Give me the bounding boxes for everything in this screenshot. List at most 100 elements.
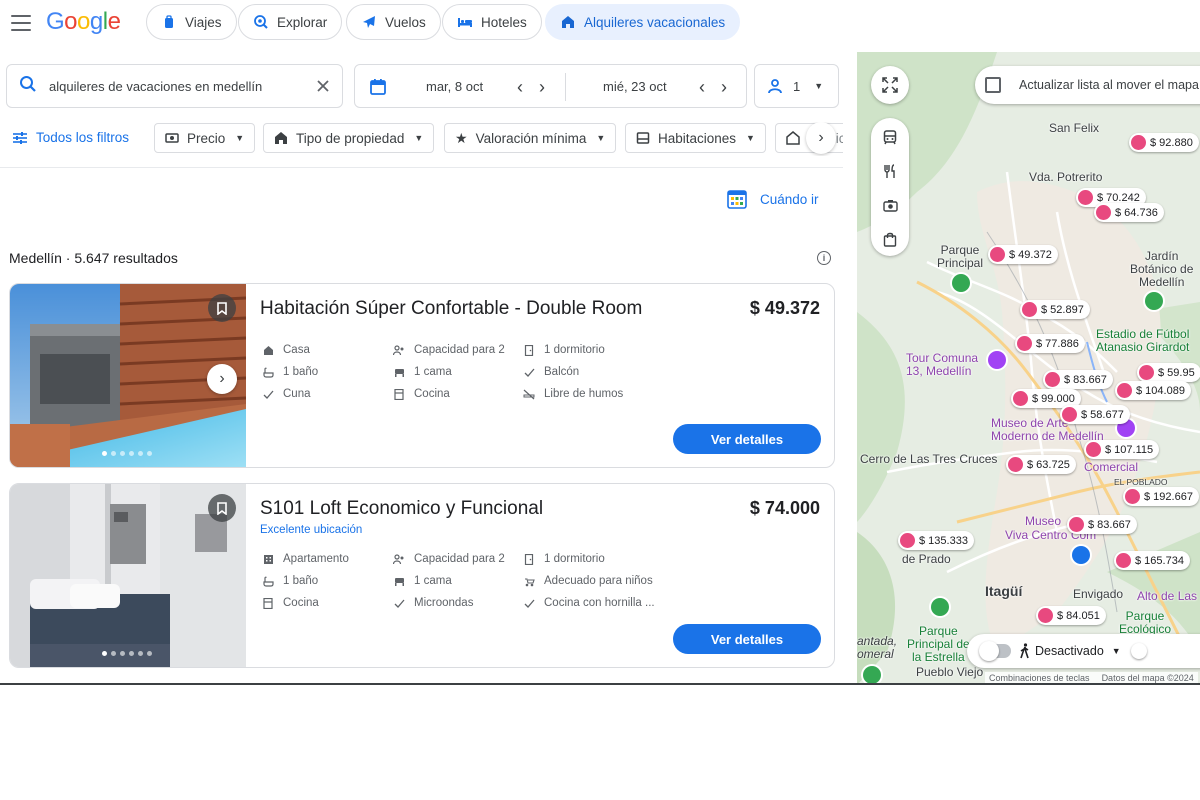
listing-photo[interactable] (10, 484, 246, 667)
walking-layer-toggle[interactable]: Desactivado ▼ (967, 634, 1200, 668)
map-layers-control (871, 118, 909, 256)
bookmark-icon[interactable] (208, 294, 236, 322)
filter-habitaciones-label: Habitaciones (658, 130, 737, 146)
when-to-go-button[interactable]: Cuándo ir (726, 188, 819, 210)
map-panel[interactable]: Actualizar lista al mover el mapa San Fe… (857, 52, 1200, 683)
filter-valoracion[interactable]: ★ Valoración mínima ▼ (444, 123, 617, 153)
price-pin[interactable]: $ 49.372 (988, 245, 1058, 264)
explore-icon (253, 14, 269, 30)
map-data-attribution[interactable]: Datos del mapa ©2024 (1102, 672, 1194, 683)
park-pin-icon[interactable] (1145, 292, 1163, 310)
map-label: Tour Comuna 13, Medellín (906, 351, 979, 378)
price-pin[interactable]: $ 64.736 (1094, 203, 1164, 222)
when-to-go-label: Cuándo ir (760, 191, 819, 207)
camera-icon[interactable] (871, 188, 909, 222)
price-pin[interactable]: $ 84.051 (1036, 606, 1106, 625)
update-on-move-toggle[interactable]: Actualizar lista al mover el mapa (975, 66, 1200, 104)
all-filters-button[interactable]: Todos los filtros (12, 130, 129, 145)
person-icon (767, 78, 783, 94)
google-logo[interactable]: Google (46, 8, 121, 36)
check-in-date[interactable]: mar, 8 oct (426, 79, 483, 94)
map-label: Pueblo Viejo (916, 665, 984, 679)
listing-photo[interactable]: › (10, 284, 246, 467)
price-pin[interactable]: $ 104.089 (1115, 381, 1191, 400)
price-pin[interactable]: $ 83.667 (1043, 370, 1113, 389)
house-pin-icon (1131, 135, 1146, 150)
calendar-icon[interactable] (369, 78, 387, 101)
suitcase-icon (161, 14, 177, 30)
listing-title[interactable]: Habitación Súper Confortable - Double Ro… (260, 298, 642, 320)
check-in-prev-icon[interactable]: ‹ (517, 77, 523, 98)
nav-viajes[interactable]: Viajes (146, 4, 237, 40)
guest-selector[interactable]: 1 ▼ (754, 64, 839, 108)
price-pin[interactable]: $ 59.95 (1137, 363, 1200, 382)
map-label: Parque Principal (937, 243, 984, 270)
shopping-pin-icon[interactable] (1072, 546, 1090, 564)
price-pin[interactable]: $ 52.897 (1020, 300, 1090, 319)
next-photo-button[interactable]: › (207, 364, 237, 394)
restaurant-icon[interactable] (871, 154, 909, 188)
attraction-pin-icon[interactable] (988, 351, 1006, 369)
price-pin[interactable]: $ 192.667 (1123, 487, 1199, 506)
view-details-button[interactable]: Ver detalles (673, 424, 821, 454)
nav-hoteles[interactable]: Hoteles (442, 4, 542, 40)
check-out-date[interactable]: mié, 23 oct (603, 79, 667, 94)
park-pin-icon[interactable] (952, 274, 970, 292)
nav-vuelos[interactable]: Vuelos (346, 4, 441, 40)
amenity: Capacidad para 2 (393, 344, 505, 356)
listing-card[interactable]: S101 Loft Economico y Funcional Excelent… (9, 483, 835, 668)
slider-handle[interactable] (1130, 643, 1147, 659)
price-pin[interactable]: $ 63.725 (1006, 455, 1076, 474)
house-pin-icon (1017, 336, 1032, 351)
info-icon[interactable]: i (817, 251, 831, 265)
park-pin-icon[interactable] (863, 666, 881, 683)
map-label: San Felix (1049, 121, 1100, 135)
price-pin[interactable]: $ 58.677 (1060, 405, 1130, 424)
fullscreen-control[interactable] (871, 66, 909, 104)
search-input[interactable] (49, 78, 279, 94)
nav-alquileres-vacacionales[interactable]: Alquileres vacacionales (545, 4, 741, 40)
price-pin[interactable]: $ 135.333 (898, 531, 974, 550)
toggle-switch[interactable] (979, 641, 1011, 661)
price-pin[interactable]: $ 107.115 (1084, 440, 1160, 459)
keyboard-shortcuts-link[interactable]: Combinaciones de teclas (989, 672, 1090, 683)
money-icon (165, 132, 179, 144)
transit-icon[interactable] (871, 120, 909, 154)
check-out-prev-icon[interactable]: ‹ (699, 77, 705, 98)
view-details-button[interactable]: Ver detalles (673, 624, 821, 654)
filter-precio-label: Precio (187, 130, 226, 146)
price-pin[interactable]: $ 83.667 (1067, 515, 1137, 534)
amenity: Cocina con hornilla ... (523, 597, 655, 609)
map-label: Envigado (1073, 587, 1124, 601)
map-label: de Prado (902, 552, 951, 566)
shopping-bag-icon[interactable] (871, 222, 909, 256)
price-pin[interactable]: $ 92.880 (1129, 133, 1199, 152)
bookmark-icon[interactable] (208, 494, 236, 522)
chevron-down-icon[interactable]: ▼ (1112, 646, 1121, 656)
clear-search-icon[interactable] (316, 79, 330, 93)
house-icon (560, 14, 576, 30)
filter-scroll-right-button[interactable]: › (806, 122, 836, 154)
listing-title[interactable]: S101 Loft Economico y Funcional (260, 498, 543, 520)
listing-card[interactable]: › Habitación Súper Confortable - Double … (9, 283, 835, 468)
amenity: 1 cama (393, 366, 452, 378)
filter-habitaciones[interactable]: Habitaciones ▼ (625, 123, 766, 153)
check-in-next-icon[interactable]: › (539, 77, 545, 98)
filter-tipo-propiedad[interactable]: Tipo de propiedad ▼ (263, 123, 435, 153)
fullscreen-icon[interactable] (871, 66, 909, 104)
main-menu-button[interactable] (10, 12, 32, 34)
house-pin-icon (1045, 372, 1060, 387)
nav-explorar[interactable]: Explorar (238, 4, 343, 40)
child-friendly-icon (523, 575, 535, 587)
filter-bar: Todos los filtros Precio ▼ Tipo de propie… (0, 122, 843, 156)
price-pin[interactable]: $ 165.734 (1114, 551, 1190, 570)
price-pin[interactable]: $ 77.886 (1015, 334, 1085, 353)
update-checkbox[interactable] (985, 77, 1001, 93)
check-out-next-icon[interactable]: › (721, 77, 727, 98)
filter-precio[interactable]: Precio ▼ (154, 123, 256, 153)
guest-count: 1 (793, 78, 801, 94)
search-box[interactable] (6, 64, 343, 108)
map-label: antada, omeral (857, 634, 898, 661)
park-pin-icon[interactable] (931, 598, 949, 616)
amenity: Cocina (393, 388, 450, 400)
